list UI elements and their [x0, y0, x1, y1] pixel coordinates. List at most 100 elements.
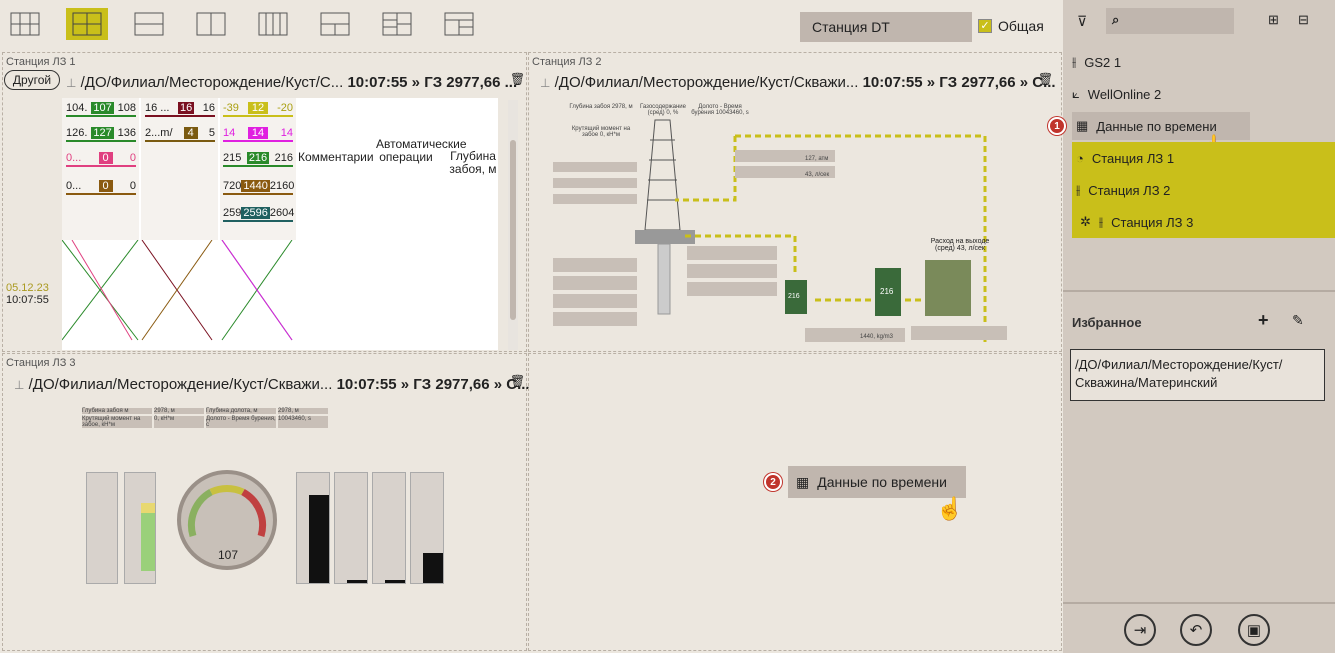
- drag-item-time-data[interactable]: ▦ Данные по времени: [788, 466, 966, 498]
- comments-column-header: Комментарии: [298, 150, 374, 164]
- trash-icon[interactable]: 🗑: [510, 374, 525, 388]
- gauge-row: 104. 107 108: [66, 102, 136, 114]
- gauge-col-1: [62, 98, 139, 240]
- layout-columns-4-button[interactable]: [252, 8, 294, 40]
- collapse-all-icon[interactable]: ⊟: [1298, 12, 1309, 28]
- clock-icon: ◔: [1076, 150, 1084, 166]
- panel-title: Станция ЛЗ 3: [6, 357, 76, 369]
- gauge-row: 2...m/4 5: [145, 127, 215, 139]
- general-checkbox[interactable]: ✓: [978, 19, 992, 33]
- trend-time: 10:07:55: [6, 294, 49, 306]
- grid-2x2-icon: [72, 12, 102, 36]
- station-input[interactable]: Станция DT: [800, 12, 972, 42]
- trash-icon[interactable]: 🗑: [510, 72, 525, 86]
- other-button[interactable]: Другой: [4, 70, 60, 90]
- panel-3-table: Глубина забоя м 2978, м Глубина долота, м2…: [82, 408, 328, 428]
- layout-grid-2x2-button[interactable]: [66, 8, 108, 40]
- trash-icon[interactable]: 🗑: [1038, 72, 1053, 86]
- gauge-bar: [223, 140, 293, 142]
- scrollbar[interactable]: [508, 100, 518, 350]
- step-badge-1: 1: [1048, 117, 1066, 135]
- depth-column-header: Глубина забоя, м: [449, 149, 497, 176]
- add-favorite-icon[interactable]: +: [1258, 310, 1269, 331]
- save-button[interactable]: ▣: [1238, 614, 1270, 646]
- gauge-row: 720 1440 2160: [223, 180, 295, 192]
- hand-cursor-icon: ☝: [936, 496, 964, 521]
- edit-icon[interactable]: ✎: [1292, 312, 1304, 329]
- gauge-row: -39 12 -20: [223, 102, 293, 114]
- layout-2-1-button[interactable]: [376, 8, 418, 40]
- gauge-bar: [66, 140, 136, 142]
- grid-3x3-icon: [10, 12, 40, 36]
- gauge-row: 0... 0 0: [66, 180, 136, 192]
- expand-all-icon[interactable]: ⊞: [1268, 12, 1279, 28]
- auto-ops-column-header: Автоматические операции: [376, 137, 467, 164]
- gauge-bar: [223, 115, 293, 117]
- split-horizontal-icon: [134, 12, 164, 36]
- layout-1-2-button[interactable]: [314, 8, 356, 40]
- table-icon: ▦: [796, 473, 810, 490]
- header-time: 10:07:55: [336, 376, 397, 393]
- table-icon: ▦: [1076, 118, 1089, 133]
- general-checkbox-label: Общая: [998, 18, 1044, 34]
- favorites-title: Избранное: [1072, 315, 1142, 330]
- tree-item-station-3[interactable]: ✲ ⫲ Станция ЛЗ 3: [1072, 208, 1322, 236]
- pin-icon[interactable]: ⊥: [66, 76, 76, 90]
- gauge-bar: [145, 115, 215, 117]
- layout-rows-button[interactable]: [438, 8, 480, 40]
- trend-grid: [61, 239, 498, 350]
- filter-icon[interactable]: ⊽: [1077, 13, 1087, 30]
- undo-button[interactable]: ↶: [1180, 614, 1212, 646]
- bit-time-label: Долото - Время бурения 10043460, s: [691, 104, 749, 116]
- bar-gauge: [372, 472, 406, 584]
- gauge-bar: [145, 140, 215, 142]
- rig-icon: ⫲: [1076, 182, 1081, 197]
- gauge-bar: [66, 165, 136, 167]
- panel-empty[interactable]: [528, 353, 1062, 651]
- layout-rows-icon: [444, 12, 474, 36]
- split-vertical-icon: [196, 12, 226, 36]
- pressure-label: 127, атм: [805, 156, 829, 162]
- tree-item-gs2[interactable]: ⫲ GS2 1: [1072, 48, 1322, 76]
- tank-1-value: 216: [788, 293, 800, 300]
- search-input[interactable]: ⌕: [1106, 8, 1234, 34]
- bar-gauge: [410, 472, 444, 584]
- tree-item-wellonline[interactable]: ⟀ WellOnline 2: [1072, 80, 1322, 108]
- gauge-row: 16 ... 16 16: [145, 102, 215, 114]
- gauge-row: 14 14 14: [223, 127, 293, 139]
- favorite-item[interactable]: /ДО/Филиал/Месторождение/Куст/Скважина/М…: [1070, 349, 1325, 401]
- layout-split-horizontal-button[interactable]: [128, 8, 170, 40]
- gauge-bar: [223, 220, 293, 222]
- rig-icon: ⫲: [1098, 214, 1104, 229]
- tree-item-station-1[interactable]: ◔ Станция ЛЗ 1: [1072, 144, 1322, 172]
- gauge-bar: [66, 193, 136, 195]
- exit-button[interactable]: ⇥: [1124, 614, 1156, 646]
- torque-label: Крутящий момент на забое 0, кН*м: [571, 126, 631, 138]
- sidebar-divider: [1063, 602, 1335, 604]
- bar-gauge: [296, 472, 330, 584]
- dial-value: 107: [218, 548, 239, 562]
- pin-icon[interactable]: ⊥: [14, 378, 24, 392]
- gauge-row: 259 2596 2604: [223, 207, 295, 219]
- gauge-bar: [66, 115, 136, 117]
- outflow-label: Расход на выходе (сред) 43, л/сек: [930, 238, 990, 252]
- gas-label: Газосодержание (сред) 0, %: [639, 104, 686, 116]
- depth-label: Глубина забоя 2978, м: [569, 104, 633, 110]
- columns-4-icon: [258, 12, 288, 36]
- header-arrow: »: [926, 74, 936, 91]
- panel-3-header: ⊥ /ДО/Филиал/Месторождение/Куст/Скважи..…: [14, 376, 530, 393]
- gauge-row: 215 216 216: [223, 152, 293, 164]
- layout-split-vertical-button[interactable]: [190, 8, 232, 40]
- tree-item-station-2[interactable]: ⫲ Станция ЛЗ 2: [1072, 176, 1322, 204]
- well-path: /ДО/Филиал/Месторождение/Куст/Скважи...: [28, 376, 333, 393]
- panel-1-header: ⊥ /ДО/Филиал/Месторождение/Куст/С... 10:…: [66, 74, 517, 91]
- gauge-row: 126. 127 136: [66, 127, 136, 139]
- layout-grid-3x3-button[interactable]: [4, 8, 46, 40]
- well-path: /ДО/Филиал/Месторождение/Куст/Скважи...: [554, 74, 859, 91]
- vertical-gauge: [86, 472, 118, 584]
- search-icon: ⌕: [1112, 12, 1120, 27]
- header-value: ГЗ 2977,66 ...: [424, 74, 518, 91]
- gauge-bar: [223, 193, 293, 195]
- pin-icon[interactable]: ⊥: [540, 76, 550, 90]
- panel-title: Станция ЛЗ 2: [532, 56, 602, 68]
